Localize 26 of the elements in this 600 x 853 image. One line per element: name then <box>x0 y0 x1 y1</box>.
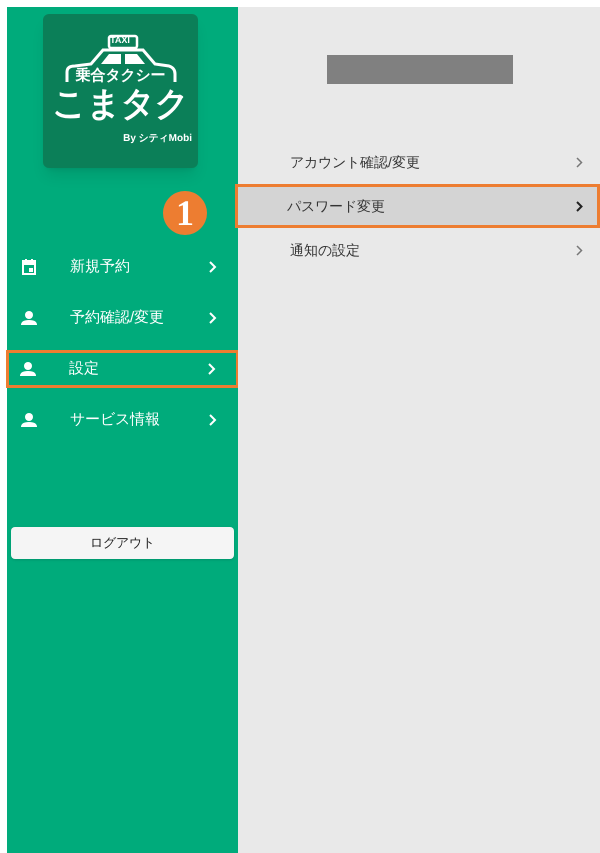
logo-byline: By シティMobi <box>123 132 192 146</box>
menu-item[interactable]: アカウント確認/変更 <box>238 140 600 184</box>
logo-subtitle: 乗合タクシー <box>76 68 166 83</box>
logo-title: こまタク <box>52 87 189 121</box>
chevron-right-icon <box>209 312 217 324</box>
chevron-right-icon <box>209 414 217 426</box>
chevron-right-icon <box>209 261 217 273</box>
sidebar-item-label: 新規予約 <box>70 256 131 277</box>
menu-item-label: 通知の設定 <box>290 240 360 260</box>
chevron-right-icon <box>208 363 216 375</box>
person-icon <box>20 362 36 376</box>
person-icon <box>21 413 37 427</box>
menu-item-label: アカウント確認/変更 <box>290 152 420 172</box>
taxi-sign: TAXI <box>109 35 131 45</box>
sidebar-item-label: 設定 <box>69 358 100 379</box>
chevron-right-icon <box>576 200 583 212</box>
person-icon <box>21 311 37 325</box>
logout-button[interactable]: ログアウト <box>11 527 234 559</box>
sidebar-item-label: 予約確認/変更 <box>70 308 166 328</box>
chevron-right-icon <box>576 244 583 256</box>
menu-item-label: パスワード変更 <box>287 196 385 216</box>
menu-item[interactable]: 通知の設定 <box>238 228 600 272</box>
calendar-icon <box>21 259 37 275</box>
chevron-right-icon <box>576 156 583 168</box>
sidebar-item-label: サービス情報 <box>70 410 161 430</box>
menu-item[interactable]: パスワード変更 <box>235 184 600 228</box>
